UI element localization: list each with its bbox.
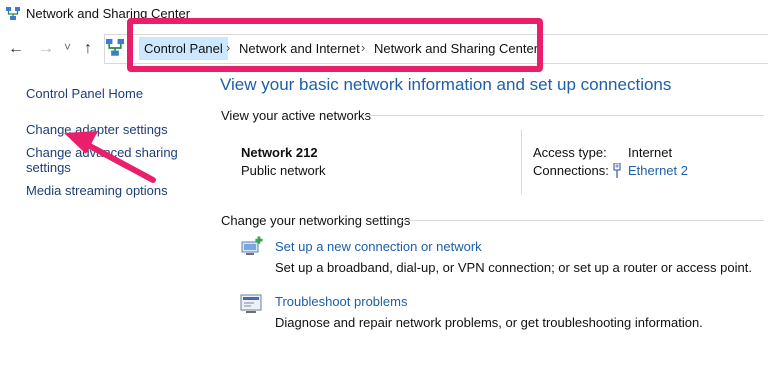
access-type-label: Access type:: [533, 145, 607, 160]
access-type-value: Internet: [628, 145, 673, 160]
ethernet-icon: [613, 163, 621, 178]
divider: [521, 130, 522, 194]
divider: [401, 220, 764, 221]
active-networks-title: View your active networks: [221, 108, 372, 123]
troubleshoot-problems-link[interactable]: Troubleshoot problems: [275, 294, 407, 309]
new-connection-icon: [241, 236, 263, 255]
network-name: Network 212: [241, 145, 318, 160]
troubleshoot-problems-description: Diagnose and repair network problems, or…: [275, 315, 703, 330]
network-type: Public network: [241, 163, 326, 178]
setup-new-connection-link[interactable]: Set up a new connection or network: [275, 239, 482, 254]
connections-label: Connections:: [533, 163, 609, 178]
change-settings-title: Change your networking settings: [221, 213, 411, 228]
divider: [363, 115, 764, 116]
setup-new-connection-description: Set up a broadband, dial-up, or VPN conn…: [275, 260, 752, 275]
connection-ethernet-link[interactable]: Ethernet 2: [628, 163, 688, 178]
page-heading: View your basic network information and …: [220, 75, 672, 94]
troubleshoot-icon: [240, 294, 262, 313]
